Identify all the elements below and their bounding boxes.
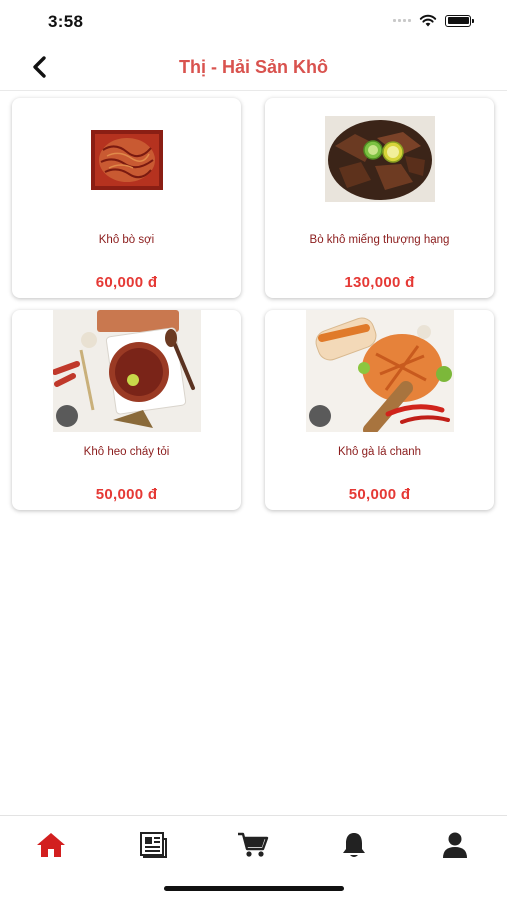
bell-icon <box>343 833 365 857</box>
product-price: 50,000 đ <box>95 486 158 503</box>
product-card[interactable]: Khô gà lá chanh 50,000 đ <box>265 310 494 510</box>
home-indicator <box>164 886 344 891</box>
cart-icon <box>238 832 269 857</box>
product-image <box>324 116 435 202</box>
product-card[interactable]: Bò khô miếng thượng hạng 130,000 đ <box>265 98 494 298</box>
product-price: 50,000 đ <box>348 486 411 503</box>
product-name: Bò khô miếng thượng hạng <box>309 234 450 246</box>
tab-cart[interactable] <box>233 828 273 862</box>
tab-profile[interactable] <box>435 828 475 862</box>
product-image <box>305 310 454 432</box>
tab-news[interactable] <box>132 828 172 862</box>
product-name: Khô heo cháy tỏi <box>83 446 170 458</box>
home-icon <box>37 833 65 857</box>
status-icons <box>393 14 474 27</box>
product-image <box>52 310 201 432</box>
tab-home[interactable] <box>31 828 71 862</box>
product-card[interactable]: Khô bò sợi 60,000 đ <box>12 98 241 298</box>
battery-icon <box>445 14 474 27</box>
product-price: 60,000 đ <box>95 274 158 291</box>
user-icon <box>443 832 467 858</box>
page-title: Thị - Hải Sản Khô <box>178 57 328 77</box>
product-name: Khô bò sợi <box>98 234 155 246</box>
product-name: Khô gà lá chanh <box>337 446 422 458</box>
tab-notifications[interactable] <box>334 828 374 862</box>
product-image <box>90 130 163 190</box>
product-card[interactable]: Khô heo cháy tỏi 50,000 đ <box>12 310 241 510</box>
status-bar: 3:58 <box>0 0 507 44</box>
signal-icon <box>393 19 411 22</box>
status-time: 3:58 <box>48 12 84 31</box>
news-icon <box>140 832 167 858</box>
nav-bar: Thị - Hải Sản Khô <box>0 44 507 91</box>
tab-bar <box>0 815 507 901</box>
product-price: 130,000 đ <box>344 274 415 291</box>
wifi-icon <box>419 14 437 27</box>
